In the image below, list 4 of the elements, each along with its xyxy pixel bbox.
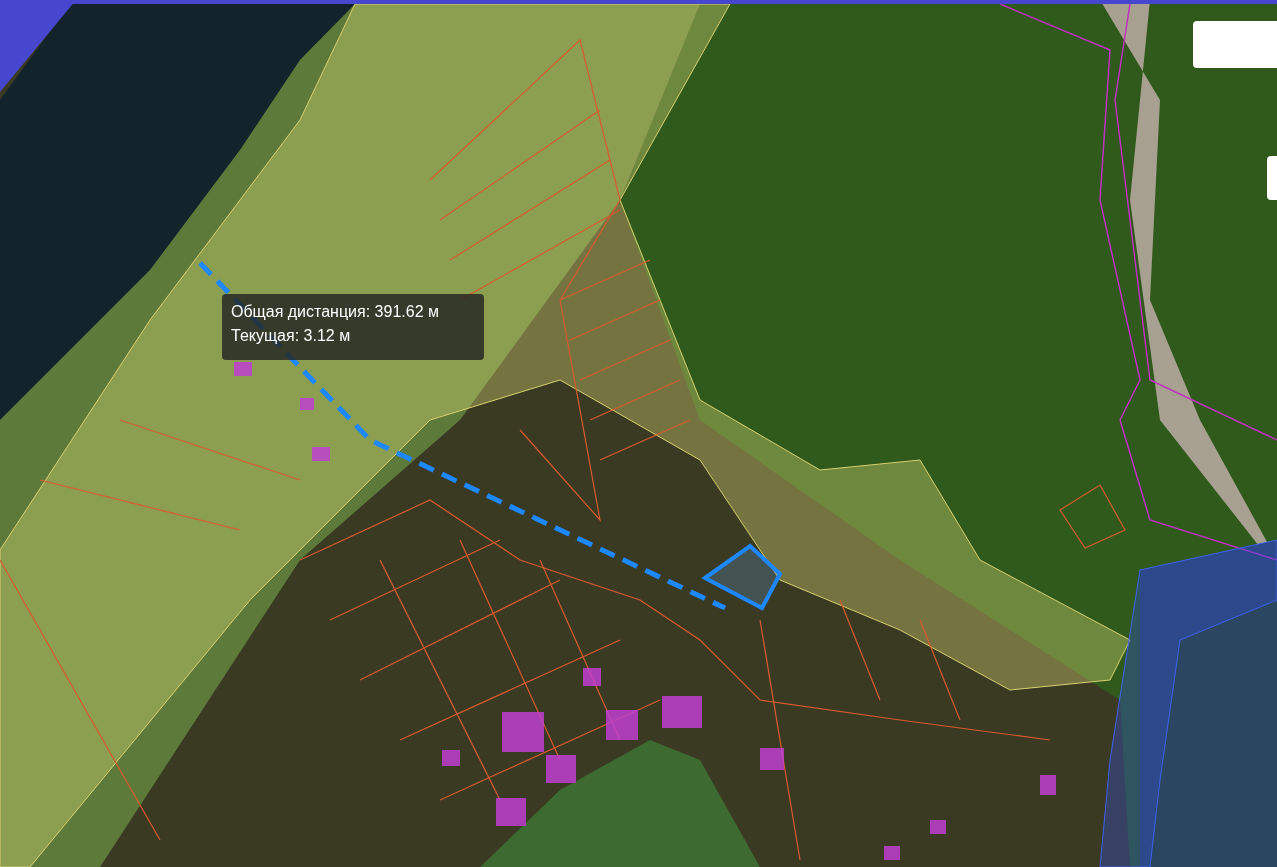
map-control-button[interactable] xyxy=(1267,156,1277,200)
map-control-button[interactable] xyxy=(1193,21,1277,68)
current-distance-text: Текущая: 3.12 м xyxy=(231,326,352,346)
total-distance-text: Общая дистанция: 391.62 м xyxy=(231,302,440,322)
